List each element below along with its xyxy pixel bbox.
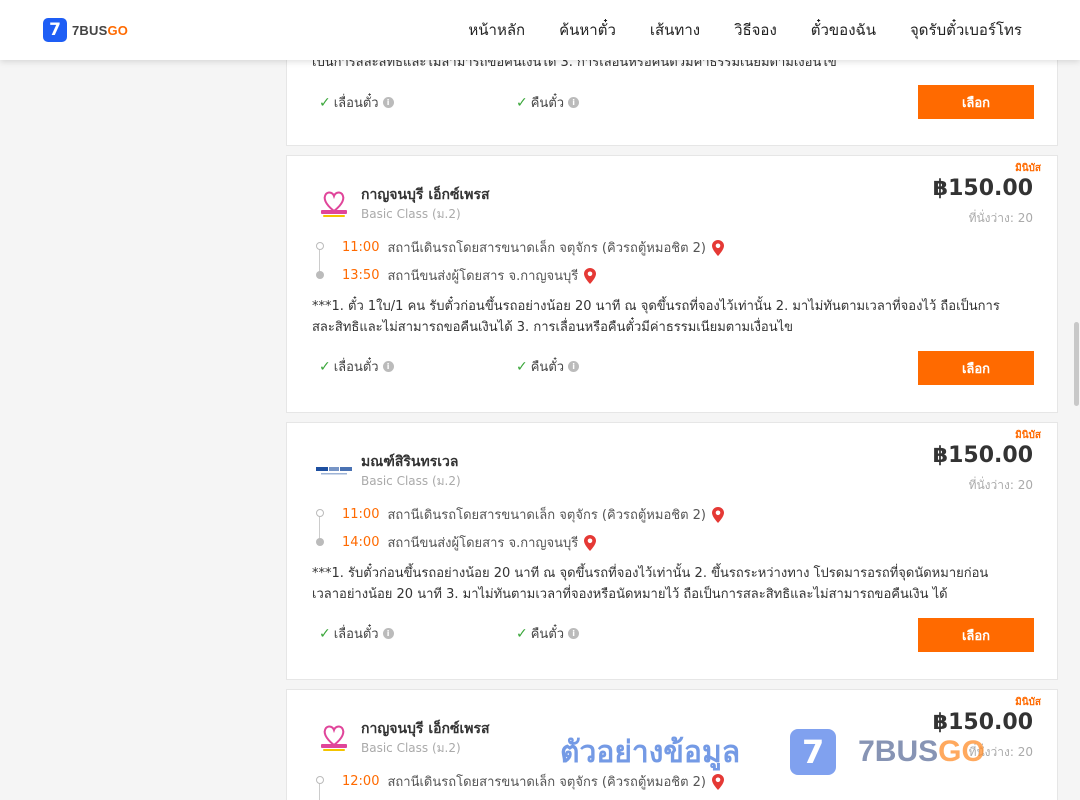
operator-logo-kanchanaburi xyxy=(321,191,347,217)
check-icon: ✓ xyxy=(516,625,528,642)
trip-price: ฿150.00 xyxy=(932,710,1033,735)
departure-stop: 11:00 สถานีเดินรถโดยสารขนาดเล็ก จตุจักร … xyxy=(342,237,724,258)
nav-routes[interactable]: เส้นทาง xyxy=(650,18,700,42)
departure-dot xyxy=(316,242,324,250)
operator-name: มณฑ์สิรินทรเวล xyxy=(361,454,459,470)
arrival-dot xyxy=(316,271,324,279)
departure-station: สถานีเดินรถโดยสารขนาดเล็ก จตุจักร (คิวรถ… xyxy=(387,508,706,523)
departure-stop: 11:00 สถานีเดินรถโดยสารขนาดเล็ก จตุจักร … xyxy=(342,504,724,525)
page-scrollbar-track[interactable] xyxy=(1073,60,1080,800)
info-icon[interactable]: i xyxy=(568,361,580,372)
vehicle-type-badge: มินิบัส xyxy=(1015,430,1041,441)
main-nav: หน้าหลัก ค้นหาตั๋ว เส้นทาง วิธีจอง ตั๋วข… xyxy=(434,0,1022,60)
nav-my-tickets[interactable]: ตั๋วของฉัน xyxy=(811,18,876,42)
arrival-dot xyxy=(316,538,324,546)
check-icon: ✓ xyxy=(319,94,331,111)
seats-available: ที่นั่งว่าง: 20 xyxy=(968,478,1033,492)
departure-station: สถานีเดินรถโดยสารขนาดเล็ก จตุจักร (คิวรถ… xyxy=(387,241,706,256)
nav-home[interactable]: หน้าหลัก xyxy=(468,18,525,42)
select-trip-button[interactable]: เลือก xyxy=(918,618,1034,652)
nav-search-tickets[interactable]: ค้นหาตั๋ว xyxy=(559,18,616,42)
trip-price: ฿150.00 xyxy=(932,176,1033,201)
vehicle-type-badge: มินิบัส xyxy=(1015,163,1041,174)
arrival-time: 14:00 xyxy=(342,535,380,550)
trip-card: มินิบัส มณฑ์สิรินทรเวล Basic Class (ม.2)… xyxy=(286,422,1058,680)
trip-price: ฿150.00 xyxy=(932,443,1033,468)
seat-class: Basic Class (ม.2) xyxy=(361,474,461,488)
map-pin-icon[interactable] xyxy=(584,534,597,551)
reschedule-option[interactable]: ✓ เลื่อนตั๋ว i xyxy=(319,92,394,113)
trip-note: ***1. รับตั๋วก่อนขึ้นรถอย่างน้อย 20 นาที… xyxy=(312,566,989,602)
operator-name: กาญจนบุรี เอ็กซ์เพรส xyxy=(361,721,490,737)
departure-dot xyxy=(316,509,324,517)
operator-logo-monsirin xyxy=(316,467,352,475)
departure-time: 11:00 xyxy=(342,240,380,255)
top-header: 7 7BUSGO หน้าหลัก ค้นหาตั๋ว เส้นทาง วิธี… xyxy=(0,0,1080,60)
seats-available: ที่นั่งว่าง: 20 xyxy=(968,211,1033,225)
reschedule-option[interactable]: ✓ เลื่อนตั๋ว i xyxy=(319,356,394,377)
map-pin-icon[interactable] xyxy=(712,506,724,523)
arrival-time: 13:50 xyxy=(342,268,380,283)
vehicle-type-badge: มินิบัส xyxy=(1015,697,1041,708)
logo-mark: 7 xyxy=(43,18,67,42)
select-trip-button[interactable]: เลือก xyxy=(918,351,1034,385)
check-icon: ✓ xyxy=(516,358,528,375)
departure-dot xyxy=(316,776,324,784)
departure-time: 12:00 xyxy=(342,774,380,789)
check-icon: ✓ xyxy=(516,94,528,111)
arrival-station: สถานีขนส่งผู้โดยสาร จ.กาญจนบุรี xyxy=(387,269,579,284)
seats-available: ที่นั่งว่าง: 20 xyxy=(968,745,1033,759)
info-icon[interactable]: i xyxy=(382,361,394,372)
trip-card: มินิบัส กาญจนบุรี เอ็กซ์เพรส Basic Class… xyxy=(286,155,1058,413)
info-icon[interactable]: i xyxy=(568,628,580,639)
departure-stop: 12:00 สถานีเดินรถโดยสารขนาดเล็ก จตุจักร … xyxy=(342,771,724,792)
arrival-stop: 14:00 สถานีขนส่งผู้โดยสาร จ.กาญจนบุรี xyxy=(342,532,597,553)
map-pin-icon[interactable] xyxy=(584,267,597,284)
refund-option[interactable]: ✓ คืนตั๋ว i xyxy=(516,623,580,644)
page-scrollbar-thumb[interactable] xyxy=(1074,322,1079,406)
trip-note: ***1. ตั๋ว 1ใบ/1 คน รับตั๋วก่อนขึ้นรถอย่… xyxy=(312,299,1000,335)
operator-name: กาญจนบุรี เอ็กซ์เพรส xyxy=(361,187,490,203)
logo-wordmark: 7BUSGO xyxy=(72,22,129,38)
brand-logo[interactable]: 7 7BUSGO xyxy=(43,18,128,42)
refund-option[interactable]: ✓ คืนตั๋ว i xyxy=(516,92,580,113)
nav-pickup-contacts[interactable]: จุดรับตั๋วเบอร์โทร xyxy=(910,18,1022,42)
info-icon[interactable]: i xyxy=(568,97,580,108)
nav-how-to-book[interactable]: วิธีจอง xyxy=(734,18,777,42)
refund-option[interactable]: ✓ คืนตั๋ว i xyxy=(516,356,580,377)
map-pin-icon[interactable] xyxy=(712,239,724,256)
seat-class: Basic Class (ม.2) xyxy=(361,207,461,221)
select-trip-button[interactable]: เลือก xyxy=(918,85,1034,119)
arrival-stop: 13:50 สถานีขนส่งผู้โดยสาร จ.กาญจนบุรี xyxy=(342,265,597,286)
info-icon[interactable]: i xyxy=(382,628,394,639)
trip-card: มินิบัส กาญจนบุรี เอ็กซ์เพรส Basic Class… xyxy=(286,689,1058,800)
departure-station: สถานีเดินรถโดยสารขนาดเล็ก จตุจักร (คิวรถ… xyxy=(387,775,706,790)
info-icon[interactable]: i xyxy=(382,97,394,108)
departure-time: 11:00 xyxy=(342,507,380,522)
reschedule-option[interactable]: ✓ เลื่อนตั๋ว i xyxy=(319,623,394,644)
operator-logo-kanchanaburi xyxy=(321,725,347,751)
seat-class: Basic Class (ม.2) xyxy=(361,741,461,755)
map-pin-icon[interactable] xyxy=(712,773,724,790)
check-icon: ✓ xyxy=(319,625,331,642)
arrival-station: สถานีขนส่งผู้โดยสาร จ.กาญจนบุรี xyxy=(387,536,579,551)
check-icon: ✓ xyxy=(319,358,331,375)
